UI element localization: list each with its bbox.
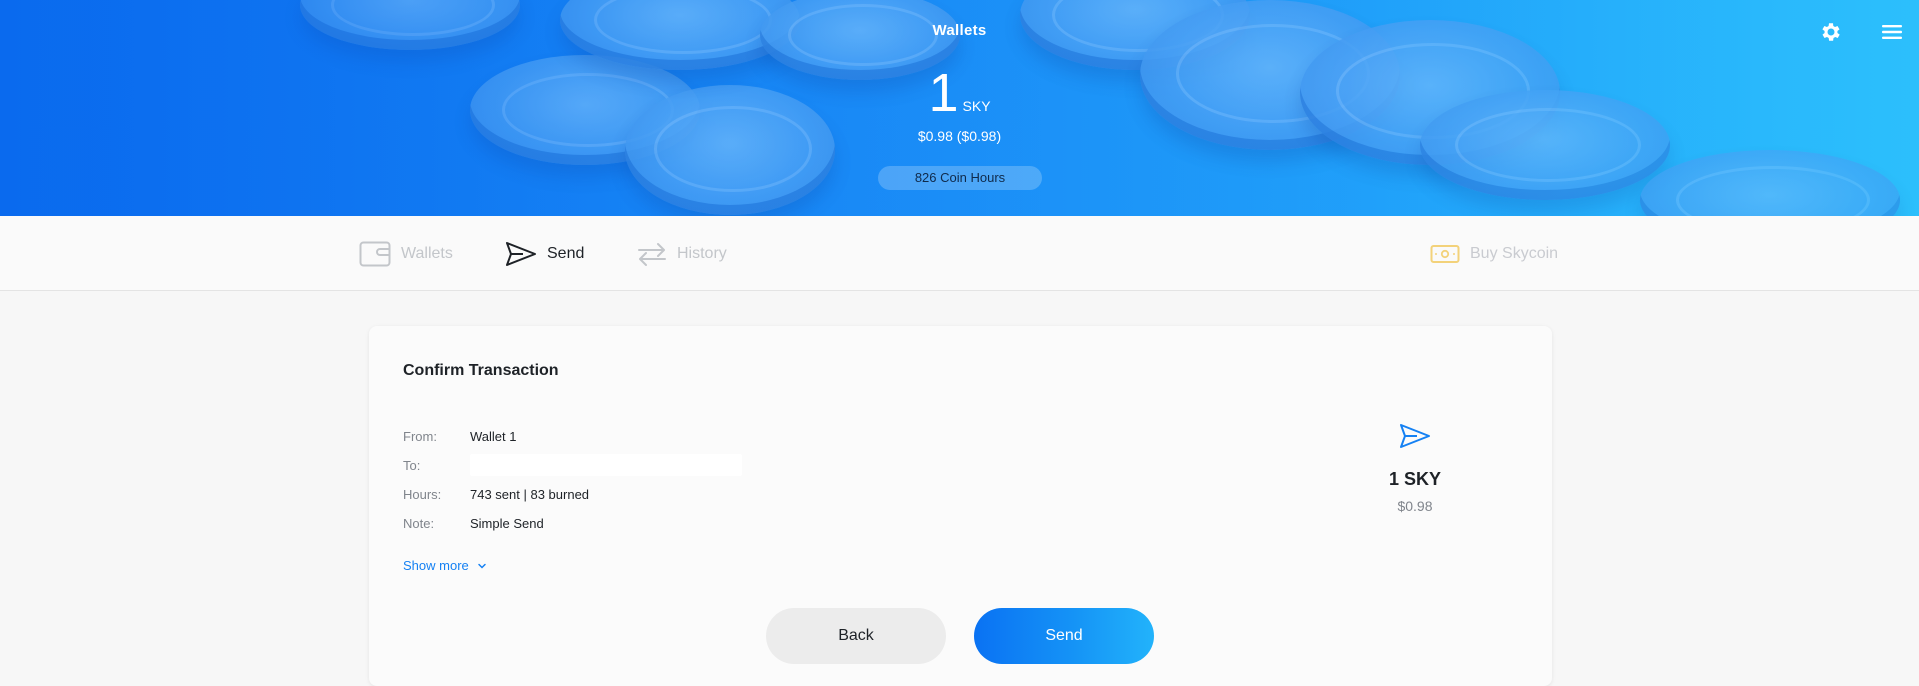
card-title: Confirm Transaction [403, 362, 559, 379]
hamburger-menu-icon [1882, 25, 1902, 39]
balance: 1 SKY [0, 66, 1919, 120]
banknote-icon [1430, 244, 1460, 263]
nav-item-label: History [677, 244, 727, 262]
row-value: Simple Send [470, 515, 544, 531]
row-label: From: [403, 428, 437, 444]
buy-skycoin-link[interactable]: Buy Skycoin [1430, 216, 1558, 291]
balance-unit: SKY [962, 98, 991, 114]
row-value: 743 sent | 83 burned [470, 486, 590, 502]
nav-bar: Wallets Send History Buy Skycoin [0, 216, 1919, 291]
nav-item-label: Wallets [401, 244, 453, 262]
balance-amount: 1 [928, 63, 959, 123]
transaction-summary: 1 SKY $0.98 [1369, 422, 1461, 514]
detail-row-from: From: Wallet 1 [403, 426, 516, 446]
nav-item-label: Send [547, 244, 585, 262]
confirm-transaction-card: Confirm Transaction From: Wallet 1 To: H… [369, 326, 1552, 686]
show-more-toggle[interactable]: Show more [403, 558, 487, 573]
row-label: Note: [403, 515, 435, 531]
chevron-down-icon [478, 563, 486, 569]
summary-usd: $0.98 [1397, 498, 1433, 514]
row-label: Hours: [403, 486, 442, 502]
gear-icon [1822, 23, 1840, 41]
show-more-label: Show more [403, 558, 469, 573]
recipient-address [470, 454, 742, 476]
header-title: Wallets [932, 22, 987, 39]
coin-hours-badge: 826 Coin Hours [878, 166, 1042, 190]
detail-row-to: To: [403, 454, 742, 476]
row-value: Wallet 1 [470, 428, 517, 444]
nav-item-wallets[interactable]: Wallets [359, 216, 453, 291]
row-label: To: [403, 457, 421, 473]
paper-plane-icon [1400, 424, 1430, 448]
summary-amount: 1 SKY [1388, 469, 1442, 489]
wallet-header: Wallets 1 SKY $0.98 ($0.98) 826 Coin Hour… [0, 0, 1919, 216]
detail-row-hours: Hours: 743 sent | 83 burned [403, 484, 589, 504]
nav-item-history[interactable]: History [637, 216, 727, 291]
transfer-arrows-icon [638, 242, 666, 266]
detail-row-note: Note: Simple Send [403, 513, 544, 533]
menu-button[interactable] [1878, 18, 1906, 46]
back-button[interactable]: Back [766, 608, 946, 664]
wallet-icon [359, 241, 391, 266]
settings-button[interactable] [1817, 18, 1845, 46]
nav-item-send[interactable]: Send [505, 216, 584, 291]
buy-skycoin-label: Buy Skycoin [1470, 244, 1559, 262]
balance-usd: $0.98 ($0.98) [917, 128, 1002, 144]
paper-plane-icon [506, 241, 536, 266]
send-button[interactable]: Send [974, 608, 1154, 664]
